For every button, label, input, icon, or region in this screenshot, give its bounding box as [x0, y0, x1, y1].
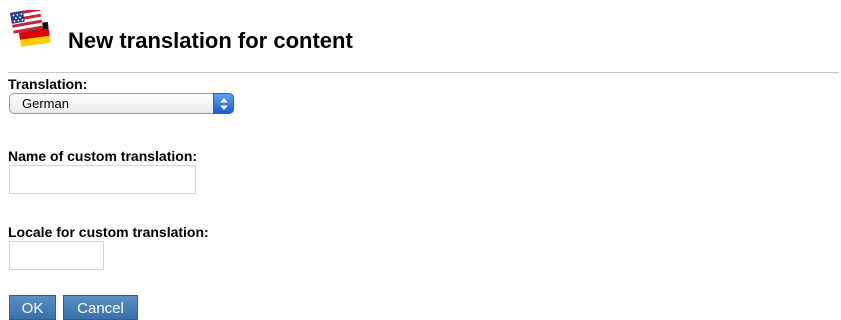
ok-button[interactable]: OK	[9, 295, 56, 320]
translation-label: Translation:	[8, 76, 88, 92]
custom-name-label: Name of custom translation:	[8, 148, 198, 164]
select-arrows-icon[interactable]	[213, 93, 234, 114]
custom-name-input[interactable]	[9, 165, 196, 194]
custom-locale-label: Locale for custom translation:	[8, 224, 209, 240]
page-header: New translation for content	[8, 7, 839, 73]
cancel-button[interactable]: Cancel	[63, 295, 138, 320]
translation-select-value: German	[22, 96, 69, 111]
translation-page: New translation for content Translation:…	[0, 0, 841, 320]
flags-icon	[8, 7, 52, 52]
page-title: New translation for content	[68, 28, 353, 53]
header-divider	[8, 72, 839, 73]
translation-select[interactable]: German	[9, 93, 234, 114]
custom-locale-input[interactable]	[9, 241, 104, 270]
